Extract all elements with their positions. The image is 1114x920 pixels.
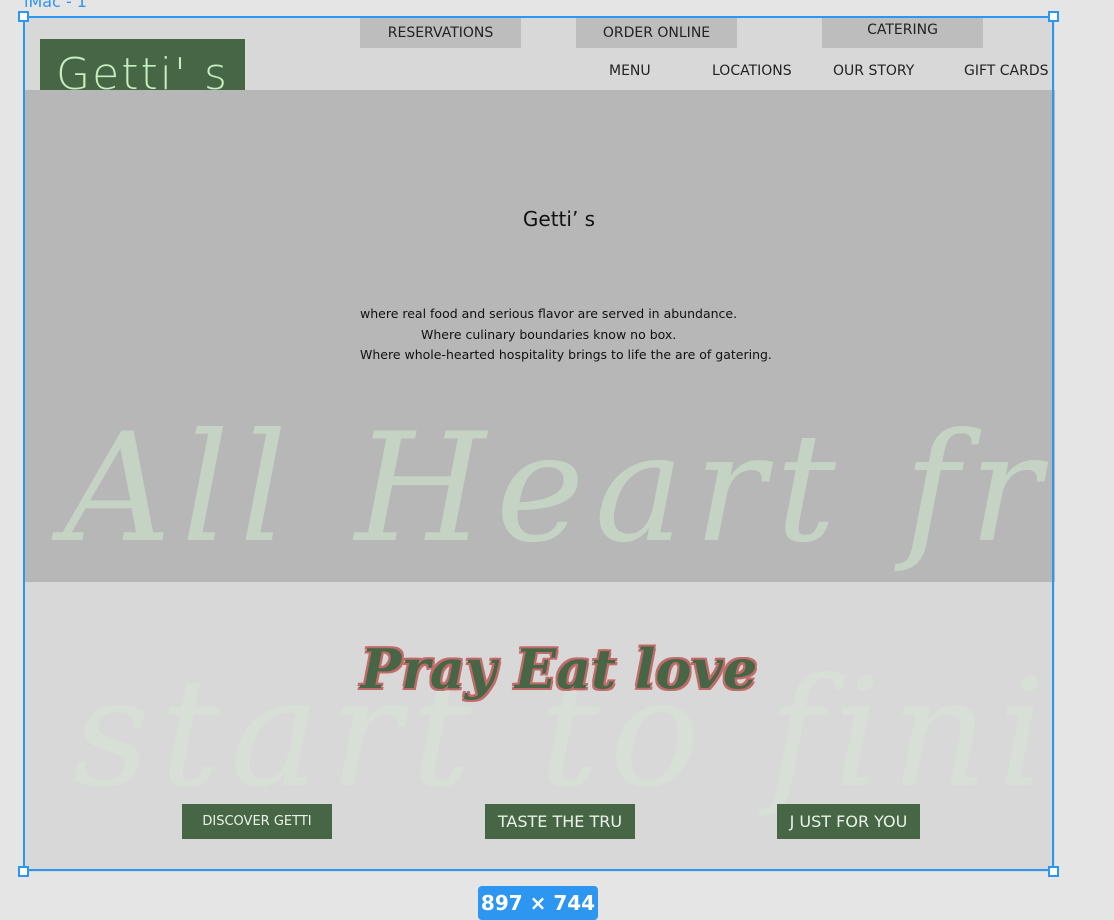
catering-button[interactable]: CATERING [822, 17, 983, 48]
nav-menu[interactable]: MENU [609, 63, 651, 79]
artboard: Getti' s RESERVATIONS ORDER ONLINE CATER… [23, 17, 1055, 872]
reservations-button[interactable]: RESERVATIONS [360, 17, 521, 48]
hero-title: Getti’ s [522, 207, 596, 231]
taste-the-tru-button[interactable]: TASTE THE TRU [485, 804, 635, 839]
slogan: Pray Eat love [360, 637, 758, 701]
nav-locations[interactable]: LOCATIONS [712, 63, 792, 79]
resize-handle-bottom-left[interactable] [18, 866, 29, 877]
size-badge: 897 × 744 [478, 886, 598, 920]
nav-our-story[interactable]: OUR STORY [833, 63, 914, 79]
just-for-you-button[interactable]: J UST FOR YOU [777, 804, 920, 839]
order-online-button[interactable]: ORDER ONLINE [576, 17, 737, 48]
discover-getti-button[interactable]: DISCOVER GETTI [182, 804, 332, 839]
hero-line-2: Where culinary boundaries know no box. [421, 327, 677, 342]
resize-handle-top-left[interactable] [18, 11, 29, 22]
resize-handle-top-right[interactable] [1048, 11, 1059, 22]
hero-line-1: where real food and serious flavor are s… [360, 306, 738, 321]
nav-gift-cards[interactable]: GIFT CARDS [964, 63, 1049, 79]
resize-handle-bottom-right[interactable] [1048, 866, 1059, 877]
hero-line-3: Where whole-hearted hospitality brings t… [360, 347, 772, 362]
frame-label: iMac - 1 [24, 0, 87, 11]
